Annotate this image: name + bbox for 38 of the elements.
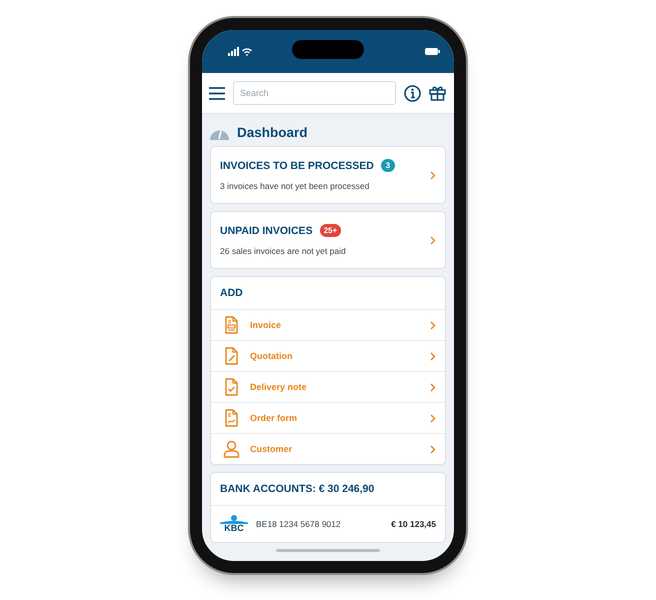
summary-card[interactable]: UNPAID INVOICES 25+ 26 sales invoices are not yet paid [210, 211, 446, 269]
gift-icon[interactable] [429, 85, 446, 101]
chevron-right-icon [430, 236, 436, 244]
person-icon [223, 440, 240, 458]
chevron-right-icon [430, 382, 436, 392]
document-icon [223, 409, 240, 427]
chevron-right-icon [430, 444, 436, 454]
add-item[interactable]: Delivery note [211, 372, 445, 403]
bank-logo: KBC [220, 515, 248, 533]
add-item[interactable]: Invoice [211, 310, 445, 341]
account-balance: € 10 123,45 [391, 519, 436, 529]
account-number: BE18 1234 5678 9012 [256, 519, 342, 529]
add-item[interactable]: Order form [211, 403, 445, 434]
count-badge: 3 [380, 159, 395, 172]
chevron-right-icon [430, 414, 436, 422]
menu-icon[interactable] [209, 86, 225, 100]
document-icon [223, 378, 240, 396]
card-title: UNPAID INVOICES [220, 224, 313, 236]
info-icon[interactable] [404, 84, 421, 102]
signal-icon [228, 47, 254, 56]
card-title: INVOICES TO BE PROCESSED [220, 160, 374, 172]
add-item[interactable]: Customer [211, 434, 445, 464]
card-subtitle: 26 sales invoices are not yet paid [220, 246, 347, 256]
count-badge: 25+ [320, 224, 342, 237]
card-title: ADD [211, 277, 445, 310]
summary-card[interactable]: INVOICES TO BE PROCESSED 3 3 invoices have not yet been processed [210, 146, 446, 204]
document-icon [223, 347, 240, 365]
battery-icon [425, 48, 440, 55]
chevron-right-icon [430, 170, 436, 180]
chevron-right-icon [430, 320, 436, 330]
search-field[interactable]: Search [233, 81, 396, 105]
card-subtitle: 3 invoices have not yet been processed [220, 181, 370, 191]
card-title: BANK ACCOUNTS: € 30 246,90 [211, 473, 445, 506]
chevron-right-icon [430, 352, 436, 360]
camera-notch [292, 40, 364, 59]
add-item[interactable]: Quotation [211, 341, 445, 372]
document-icon [223, 316, 240, 334]
page-title: Dashboard [237, 125, 308, 140]
